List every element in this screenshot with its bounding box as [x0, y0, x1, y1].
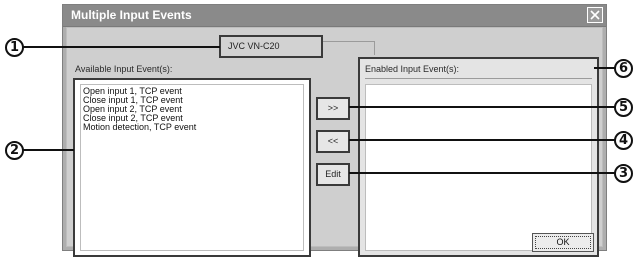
- callout-5-leader: [349, 106, 616, 108]
- callout-4-leader: [349, 139, 616, 141]
- callout-6-leader: [594, 67, 616, 69]
- callout-2-leader: [23, 149, 74, 151]
- device-name-field: JVC VN-C20: [219, 35, 323, 58]
- enabled-events-group: Enabled Input Event(s):: [358, 57, 599, 257]
- dialog-client-area: JVC VN-C20 Available Input Event(s): Ope…: [66, 27, 603, 257]
- callout-3-leader: [349, 172, 616, 174]
- callout-6-badge: 6: [614, 59, 633, 78]
- faded-label-shadow: [105, 36, 203, 43]
- available-events-items: Open input 1, TCP event Close input 1, T…: [81, 85, 303, 132]
- callout-3-badge: 3: [614, 164, 633, 183]
- close-icon: [590, 10, 600, 20]
- window-title: Multiple Input Events: [71, 8, 192, 22]
- divider-line-vertical: [374, 41, 375, 55]
- callout-1-badge: 1: [5, 38, 24, 57]
- close-button[interactable]: [587, 7, 603, 23]
- callout-1-leader: [23, 46, 220, 48]
- focus-rectangle: [535, 236, 591, 249]
- add-event-button[interactable]: >>: [316, 97, 350, 120]
- enabled-events-divider: [365, 78, 592, 79]
- ok-button[interactable]: OK: [532, 233, 594, 252]
- available-events-list: Open input 1, TCP event Close input 1, T…: [80, 84, 304, 251]
- available-events-listbox[interactable]: Open input 1, TCP event Close input 1, T…: [73, 78, 311, 257]
- callout-4-badge: 4: [614, 131, 633, 150]
- callout-5-badge: 5: [614, 98, 633, 117]
- divider-line: [323, 41, 375, 42]
- edit-event-button[interactable]: Edit: [316, 163, 350, 186]
- remove-event-button[interactable]: <<: [316, 130, 350, 153]
- enabled-events-listbox[interactable]: [365, 84, 592, 251]
- multiple-input-events-dialog: Multiple Input Events JVC VN-C20 Availab…: [62, 4, 607, 257]
- callout-2-badge: 2: [5, 141, 24, 160]
- title-bar: Multiple Input Events: [63, 5, 606, 27]
- available-events-label: Available Input Event(s):: [75, 64, 173, 74]
- enabled-events-label: Enabled Input Event(s):: [365, 64, 460, 74]
- list-item[interactable]: Motion detection, TCP event: [81, 123, 303, 132]
